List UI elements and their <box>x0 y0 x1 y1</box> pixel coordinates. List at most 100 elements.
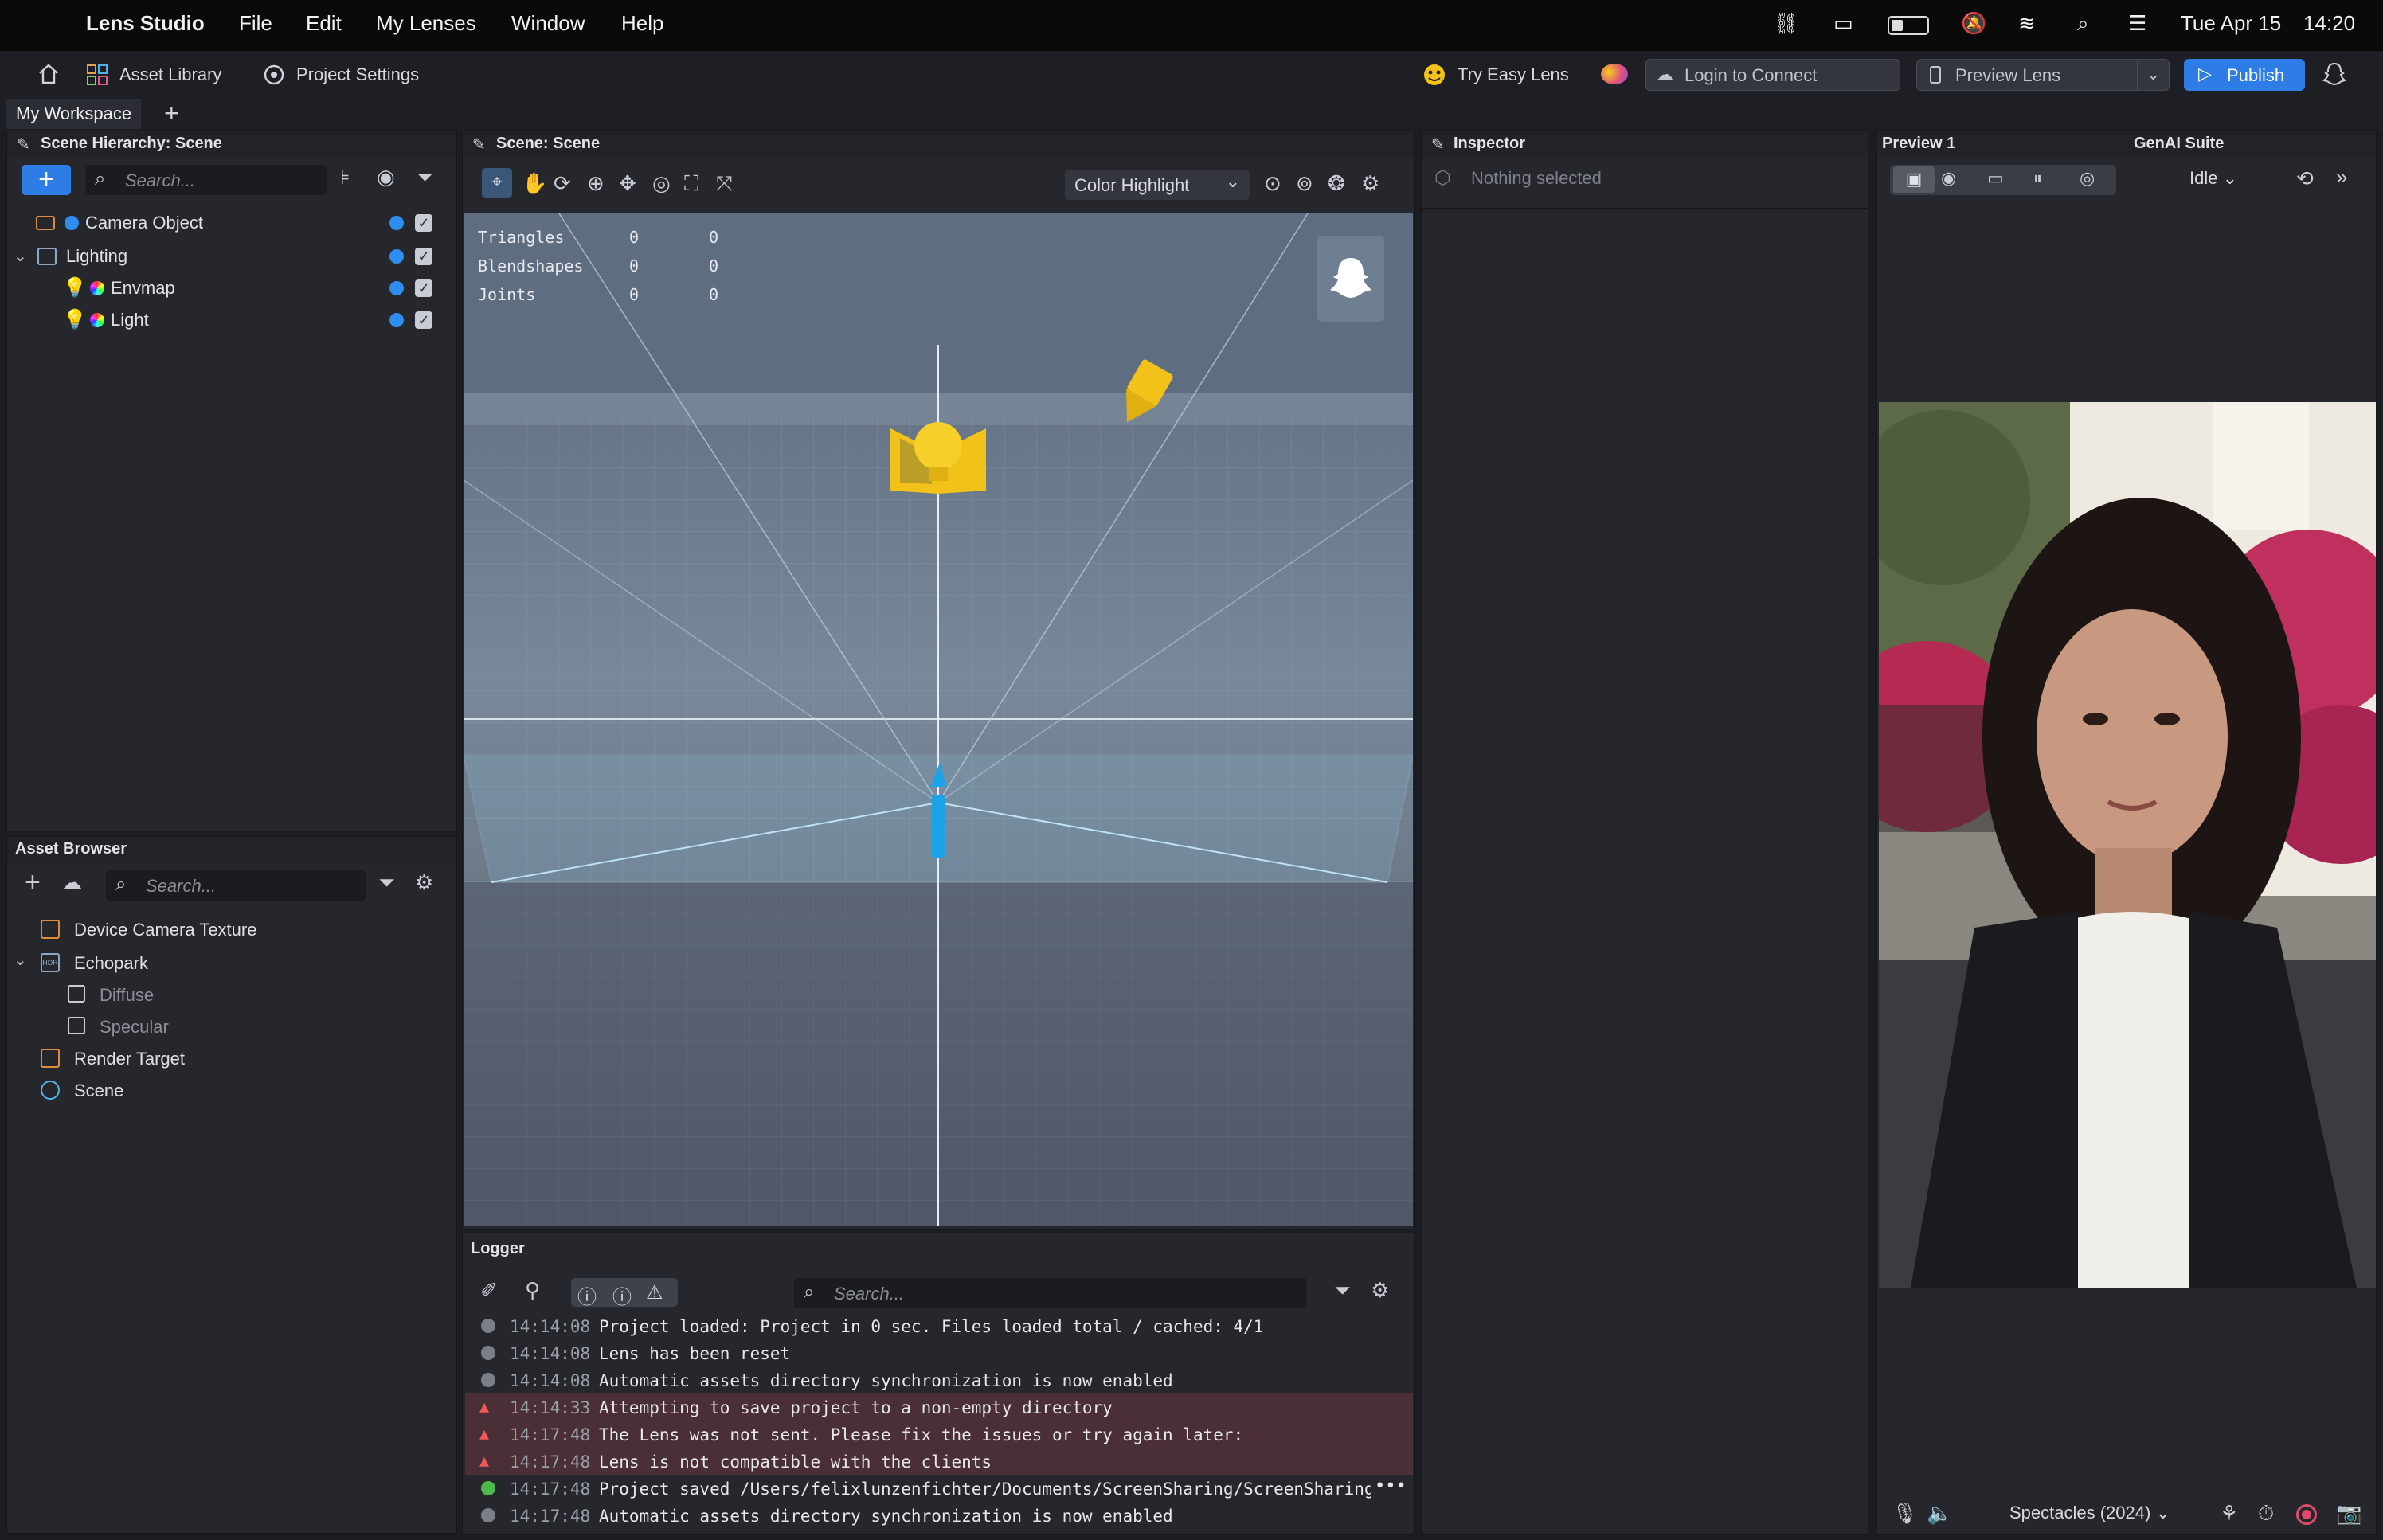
visibility-eye-icon[interactable]: ◉ <box>377 165 395 190</box>
scene-viewport[interactable]: Triangles 0 0 Blendshapes 0 0 Joints 0 0 <box>464 213 1413 1226</box>
menu-file[interactable]: File <box>239 11 272 36</box>
asset-item-scene[interactable]: Scene <box>74 1081 123 1101</box>
preview-lens-dropdown[interactable]: ⌄ <box>2137 60 2169 90</box>
scale-icon[interactable]: ⛶ <box>684 171 698 197</box>
device-selector-dropdown[interactable]: Spectacles (2024) ⌄ <box>2009 1503 2170 1523</box>
hierarchy-item-envmap[interactable]: Envmap <box>111 278 175 299</box>
hierarchy-item-lighting[interactable]: Lighting <box>66 246 127 267</box>
pin-icon[interactable]: ✎ <box>17 135 30 154</box>
wand-icon[interactable]: ⚲ <box>525 1278 540 1303</box>
double-chevron-right-icon[interactable]: » <box>2336 165 2347 190</box>
eye-icon[interactable]: ◎ <box>2080 168 2095 189</box>
pause-icon[interactable]: ⏸ <box>2033 168 2042 189</box>
wifi-icon[interactable]: ≋ <box>2018 11 2036 36</box>
camera-object-enabled-dot[interactable] <box>389 216 404 230</box>
home-icon[interactable] <box>37 62 61 86</box>
asset-item-specular[interactable]: Specular <box>100 1017 169 1038</box>
zoom-icon[interactable]: ⊕ <box>587 171 605 196</box>
light-enabled-dot[interactable] <box>389 313 404 327</box>
settings-gear-icon[interactable]: ⚙ <box>1371 1278 1389 1303</box>
more-options-icon[interactable]: ••• <box>1375 1476 1407 1496</box>
log-entry[interactable]: ▲ 14:14:33 Attempting to save project to a… <box>465 1393 1413 1421</box>
login-to-connect-button[interactable]: ☁ Login to Connect <box>1645 59 1900 91</box>
lighting-checkbox[interactable]: ✓ <box>415 248 432 265</box>
pin-icon[interactable]: ✎ <box>472 135 486 154</box>
log-entry[interactable]: 14:17:48 Automatic assets directory synch… <box>465 1502 1413 1529</box>
binoculars-icon[interactable]: ⛓ <box>1773 11 1799 36</box>
cloud-icon[interactable]: ☁ <box>61 870 82 895</box>
clear-brush-icon[interactable]: ✐ <box>480 1278 498 1303</box>
timer-icon[interactable]: ⏱ <box>2258 1501 2274 1526</box>
tab-my-workspace[interactable]: My Workspace <box>6 99 142 129</box>
asset-item-diffuse[interactable]: Diffuse <box>100 985 154 1006</box>
menubar-time[interactable]: 14:20 <box>2303 11 2355 36</box>
log-entry[interactable]: 14:14:08 Lens has been reset <box>465 1339 1413 1366</box>
log-entry[interactable]: ▲ 14:17:48 The Lens was not sent. Please f… <box>465 1421 1413 1448</box>
asset-browser-search[interactable]: ⌕ Search... <box>106 870 366 901</box>
transform-icon[interactable]: ⤧ <box>716 171 733 197</box>
camera-mode-icon[interactable]: ◉ <box>1941 168 1956 189</box>
menu-help[interactable]: Help <box>621 11 663 36</box>
envmap-enabled-dot[interactable] <box>389 281 404 295</box>
refresh-icon[interactable]: ⟲ <box>2296 166 2314 191</box>
log-entry[interactable]: 14:17:48 Project saved /Users/felixlunzen… <box>465 1475 1413 1502</box>
logger-search[interactable]: ⌕ Search... <box>794 1278 1307 1308</box>
genai-color-icon[interactable] <box>1601 64 1628 84</box>
error-filter-icon[interactable]: ⚠ <box>646 1281 663 1304</box>
asset-item-render-target[interactable]: Render Target <box>74 1049 185 1069</box>
project-settings-button[interactable]: Project Settings <box>296 64 419 85</box>
mute-icon[interactable]: 🔕 <box>1961 11 1986 36</box>
snapchat-ghost-icon[interactable] <box>2321 61 2348 88</box>
scene-hierarchy-search[interactable]: ⌕ Search... <box>85 165 327 195</box>
spotlight-search-icon[interactable]: ⌕ <box>2077 11 2089 37</box>
rotate-gizmo-icon[interactable]: ◎ <box>652 171 671 196</box>
chevron-down-icon[interactable]: ⌄ <box>14 246 27 266</box>
select-tool-icon[interactable]: ⌖ <box>482 168 512 198</box>
try-easy-lens-button[interactable]: Try Easy Lens <box>1458 64 1569 85</box>
log-entry[interactable]: ▲ 14:17:48 Lens is not compatible with the… <box>465 1448 1413 1475</box>
light-checkbox[interactable]: ✓ <box>415 311 432 329</box>
rotate-icon[interactable]: ⟳ <box>554 171 571 196</box>
log-entry[interactable]: 14:14:08 Automatic assets directory synch… <box>465 1366 1413 1393</box>
record-icon[interactable] <box>2296 1504 2317 1525</box>
add-object-button[interactable]: + <box>22 165 71 195</box>
interaction-icon[interactable]: ⚘ <box>2220 1501 2238 1526</box>
snapchat-ghost-icon[interactable] <box>1317 236 1384 322</box>
asset-item-echopark[interactable]: Echopark <box>74 953 148 974</box>
monitor-mode-icon[interactable]: ▭ <box>1987 168 2004 189</box>
camera-view-icon[interactable]: ⊚ <box>1296 171 1313 196</box>
control-center-icon[interactable]: ☰ <box>2128 11 2146 36</box>
battery-icon[interactable] <box>1888 16 1929 35</box>
warning-filter-icon[interactable]: ⓘ <box>612 1281 632 1309</box>
tab-genai-suite[interactable]: GenAI Suite <box>2134 135 2224 153</box>
app-menu[interactable]: Lens Studio <box>86 11 205 36</box>
lighting-enabled-dot[interactable] <box>389 249 404 264</box>
settings-gear-icon[interactable]: ⚙ <box>1361 171 1379 196</box>
render-mode-icon[interactable]: ❂ <box>1328 171 1345 196</box>
filter-icon[interactable]: ⏷ <box>417 165 433 190</box>
hierarchy-item-camera-object[interactable]: Camera Object <box>85 213 203 233</box>
easy-lens-icon[interactable] <box>1421 61 1448 88</box>
display-icon[interactable]: ▭ <box>1833 11 1853 36</box>
chevron-down-icon[interactable]: ⌄ <box>14 950 27 970</box>
move-icon[interactable]: ✥ <box>619 171 636 196</box>
mic-off-icon[interactable]: 🎙 <box>1892 1501 1918 1526</box>
filter-icon[interactable]: ⏷ <box>1334 1278 1351 1304</box>
menu-edit[interactable]: Edit <box>306 11 342 36</box>
menu-window[interactable]: Window <box>511 11 585 36</box>
color-highlight-dropdown[interactable]: Color Highlight ⌄ <box>1065 170 1250 200</box>
add-workspace-icon[interactable]: + <box>164 99 179 128</box>
screenshot-camera-icon[interactable]: 📷 <box>2336 1501 2361 1526</box>
add-asset-icon[interactable]: + <box>25 867 41 898</box>
publish-button[interactable]: ▷ Publish <box>2184 59 2305 91</box>
project-settings-icon[interactable] <box>261 62 287 88</box>
camera-object-checkbox[interactable]: ✓ <box>415 214 432 232</box>
pin-icon[interactable]: ✎ <box>1431 135 1445 154</box>
hierarchy-item-light[interactable]: Light <box>111 310 149 330</box>
preview-camera-feed[interactable] <box>1879 402 2376 1288</box>
image-mode-icon[interactable]: ▣ <box>1893 166 1935 193</box>
hierarchy-tree-icon[interactable]: ⊧ <box>340 166 350 190</box>
log-entry[interactable]: 14:14:08 Project loaded: Project in 0 sec… <box>465 1312 1413 1339</box>
menu-my-lenses[interactable]: My Lenses <box>376 11 476 36</box>
speaker-icon[interactable]: 🔈 <box>1927 1501 1952 1526</box>
